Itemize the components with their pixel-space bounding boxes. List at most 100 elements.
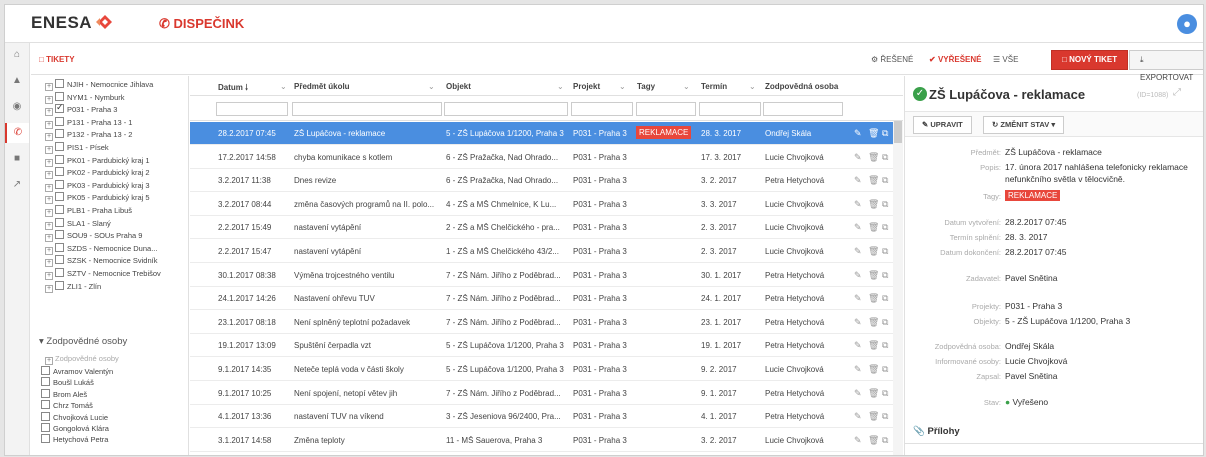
edit-icon[interactable]: ✎: [854, 388, 862, 399]
clone-icon[interactable]: ⧉: [882, 388, 888, 399]
checkbox[interactable]: [41, 423, 50, 432]
responsible-group[interactable]: + Zodpovědné osoby: [45, 354, 119, 365]
table-row[interactable]: 28.2.2017 07:45 ZŠ Lupáčova - reklamace 5 …: [190, 122, 903, 145]
checkbox[interactable]: [41, 366, 50, 375]
person-item[interactable]: Chrz Tomáš: [41, 400, 93, 411]
home-icon[interactable]: ⌂: [5, 45, 29, 65]
tree-item[interactable]: + SZSK - Nemocnice Svidník: [45, 255, 157, 268]
tree-item[interactable]: + SOU9 - SOUs Praha 9: [45, 230, 142, 243]
checkbox[interactable]: [41, 400, 50, 410]
person-item[interactable]: Avramov Valentýn: [41, 366, 113, 377]
checkbox[interactable]: [55, 91, 64, 101]
col-projekt[interactable]: Projekt ⌄: [573, 82, 626, 91]
checkbox[interactable]: [55, 217, 64, 227]
edit-icon[interactable]: ✎: [854, 246, 862, 257]
edit-icon[interactable]: ✎: [854, 270, 862, 281]
edit-icon[interactable]: ✎: [854, 340, 862, 351]
trash-icon[interactable]: 🗑: [868, 270, 879, 281]
filter-vyresene-button[interactable]: ✔ VYŘEŠENÉ: [929, 55, 982, 64]
change-state-button[interactable]: ↻ ZMĚNIT STAV ▾: [983, 116, 1065, 134]
edit-icon[interactable]: ✎: [854, 293, 862, 304]
tree-item[interactable]: + PK01 - Pardubický kraj 1: [45, 154, 150, 167]
tree-item[interactable]: + SZTV - Nemocnice Trebišov: [45, 268, 161, 280]
table-row[interactable]: 30.1.2017 08:38 Výměna trojcestného venti…: [190, 264, 903, 287]
table-row[interactable]: 9.1.2017 14:35 Neteče teplá voda v části …: [190, 358, 903, 381]
tree-item[interactable]: + PK05 - Pardubický kraj 5: [45, 192, 150, 205]
tree-item[interactable]: + P131 - Praha 13 - 1: [45, 116, 132, 129]
tree-item[interactable]: + NYM1 - Nymburk: [45, 91, 125, 104]
expand-icon[interactable]: +: [45, 171, 53, 180]
expand-icon[interactable]: +: [45, 196, 53, 205]
checkbox[interactable]: [55, 154, 64, 164]
clone-icon[interactable]: ⧉: [882, 222, 888, 233]
edit-button[interactable]: ✎ UPRAVIT: [913, 116, 972, 134]
table-row[interactable]: 3.2.2017 08:44 změna časových programů na…: [190, 193, 903, 216]
person-item[interactable]: Chvojková Lucie: [41, 411, 108, 423]
checkbox[interactable]: [55, 205, 64, 214]
tree-item[interactable]: + NJIH - Nemocnice Jihlava: [45, 79, 153, 91]
clone-icon[interactable]: ⧉: [882, 340, 888, 351]
edit-icon[interactable]: ✎: [854, 175, 862, 186]
eye-icon[interactable]: ◉: [5, 97, 29, 117]
trash-icon[interactable]: 🗑: [868, 411, 879, 422]
expand-icon[interactable]: +: [45, 221, 53, 230]
expand-icon[interactable]: +: [45, 158, 53, 167]
col-termin[interactable]: Termín ⌄: [701, 82, 756, 91]
clone-icon[interactable]: ⧉: [882, 364, 888, 375]
checkbox[interactable]: [55, 129, 64, 139]
trash-icon[interactable]: 🗑: [868, 175, 879, 186]
table-row[interactable]: 4.1.2017 13:36 nastavení TUV na víkend 3 -…: [190, 405, 903, 429]
filter-projekt-input[interactable]: [571, 102, 633, 116]
checkbox[interactable]: [55, 192, 64, 202]
clone-icon[interactable]: ⧉: [882, 270, 888, 281]
checkbox[interactable]: [55, 116, 64, 126]
edit-icon[interactable]: ✎: [854, 364, 862, 375]
export-button[interactable]: ⤓ EXPORTOVAT: [1129, 50, 1203, 82]
trash-icon[interactable]: 🗑: [868, 152, 879, 163]
trash-icon[interactable]: 🗑: [868, 222, 879, 233]
checkbox[interactable]: [55, 230, 64, 240]
edit-icon[interactable]: ✎: [854, 199, 862, 210]
filter-resene-button[interactable]: ⚙ ŘEŠENÉ: [871, 55, 913, 64]
expand-icon[interactable]: +: [45, 272, 53, 280]
expand-icon[interactable]: +: [45, 146, 53, 154]
expand-icon[interactable]: +: [45, 95, 53, 104]
col-datum[interactable]: Datum 🠓 ⌄: [218, 82, 287, 96]
expand-icon[interactable]: +: [45, 183, 53, 192]
trash-icon[interactable]: 🗑: [868, 364, 879, 375]
tree-item[interactable]: + PIS1 - Písek: [45, 142, 109, 154]
table-row[interactable]: 3.1.2017 14:58 Změna teploty 11 - MŠ Sauer…: [190, 429, 903, 452]
person-item[interactable]: Gongolová Klára: [41, 423, 109, 434]
table-row[interactable]: 29.12.2016 07:48Zlejmě nefunguje správně…: [190, 452, 903, 455]
edit-icon[interactable]: ✎: [854, 435, 862, 446]
expand-icon[interactable]: +: [45, 284, 53, 293]
tree-item[interactable]: + SZDS - Nemocnice Duna...: [45, 242, 157, 255]
edit-icon[interactable]: ✎: [854, 128, 862, 139]
table-row[interactable]: 3.2.2017 11:38 Dnes revize 6 - ZŠ Pražačka…: [190, 169, 903, 193]
expand-icon[interactable]: +: [45, 120, 53, 129]
trash-icon[interactable]: 🗑: [868, 340, 879, 351]
checkbox[interactable]: [55, 242, 64, 252]
col-tagy[interactable]: Tagy ⌄: [637, 82, 690, 91]
tree-item[interactable]: + PLB1 - Praha Libuš: [45, 205, 132, 217]
car-icon[interactable]: ■: [5, 149, 29, 169]
table-row[interactable]: 19.1.2017 13:09 Spuštění čerpadla vzt 5 - …: [190, 334, 903, 358]
trash-icon[interactable]: 🗑: [868, 435, 879, 446]
expand-icon[interactable]: ⤢: [1173, 87, 1181, 98]
person-item[interactable]: Hetychová Petra: [41, 434, 108, 445]
tree-item[interactable]: + PK03 - Pardubický kraj 3: [45, 179, 150, 192]
checkbox[interactable]: [55, 102, 64, 114]
clone-icon[interactable]: ⧉: [882, 317, 888, 328]
expand-icon[interactable]: +: [45, 83, 53, 91]
clone-icon[interactable]: ⧉: [882, 199, 888, 210]
filter-vse-button[interactable]: ☰ VŠE: [993, 55, 1018, 64]
trash-icon[interactable]: 🗑: [868, 388, 879, 399]
checkbox[interactable]: [55, 142, 64, 151]
trash-icon[interactable]: 🗑: [868, 199, 879, 210]
checkbox[interactable]: [41, 388, 50, 398]
filter-objekt-input[interactable]: [444, 102, 568, 116]
expand-icon[interactable]: +: [45, 246, 53, 255]
checkbox[interactable]: [55, 167, 64, 177]
module-title[interactable]: ✆ DISPEČINK: [159, 16, 244, 32]
bell-icon[interactable]: ▲: [5, 71, 29, 91]
